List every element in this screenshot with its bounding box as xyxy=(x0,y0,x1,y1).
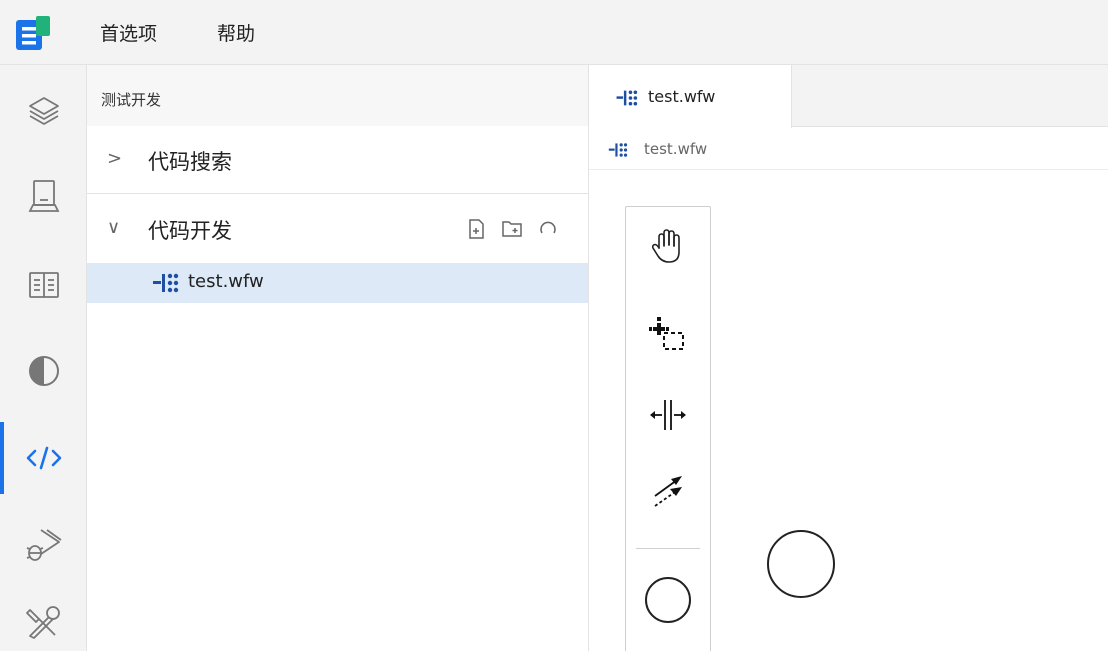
chevron-down-icon: ∨ xyxy=(107,217,121,238)
breadcrumb-item[interactable]: test.wfw xyxy=(644,140,707,158)
section-label: 代码搜索 xyxy=(148,150,232,174)
palette-divider xyxy=(636,548,700,549)
book-icon[interactable] xyxy=(20,261,68,309)
wfw-file-icon xyxy=(616,89,640,111)
wfw-file-icon xyxy=(153,272,181,298)
app-logo-icon xyxy=(14,14,54,54)
section-code-dev[interactable]: ∨ 代码开发 xyxy=(87,195,588,263)
editor-area: test.wfw test.wfw xyxy=(589,65,1108,651)
section-label: 代码开发 xyxy=(148,219,232,243)
active-indicator xyxy=(0,422,4,494)
tab-label: test.wfw xyxy=(648,87,716,106)
section-actions xyxy=(464,217,560,241)
wfw-file-icon xyxy=(608,142,630,162)
hand-tool-icon[interactable] xyxy=(634,213,702,281)
file-item-test-wfw[interactable]: test.wfw xyxy=(87,263,588,303)
explorer-header xyxy=(87,65,588,126)
code-icon[interactable] xyxy=(20,434,68,482)
tool-palette xyxy=(625,206,711,651)
menu-help[interactable]: 帮助 xyxy=(217,19,255,46)
start-event-icon[interactable] xyxy=(634,566,702,634)
refresh-icon[interactable] xyxy=(536,217,560,241)
layers-icon[interactable] xyxy=(20,87,68,135)
start-event-shape[interactable] xyxy=(767,530,835,598)
explorer-panel: 测试开发 > 代码搜索 ∨ 代码开发 test.wfw xyxy=(87,65,589,651)
tab-test-wfw[interactable]: test.wfw xyxy=(589,65,792,128)
activity-bar xyxy=(0,65,87,651)
debug-icon[interactable] xyxy=(20,521,68,569)
explorer-title: 测试开发 xyxy=(101,91,162,109)
chevron-right-icon: > xyxy=(107,148,123,169)
menu-preferences[interactable]: 首选项 xyxy=(100,19,157,46)
lasso-tool-icon[interactable] xyxy=(634,299,702,367)
computer-icon[interactable] xyxy=(20,173,68,221)
space-tool-icon[interactable] xyxy=(634,381,702,449)
new-folder-icon[interactable] xyxy=(500,217,524,241)
tab-strip: test.wfw xyxy=(589,65,1108,128)
file-name: test.wfw xyxy=(188,271,264,292)
breadcrumb: test.wfw xyxy=(589,128,1108,170)
section-code-search[interactable]: > 代码搜索 xyxy=(87,126,588,194)
global-connect-icon[interactable] xyxy=(634,457,702,525)
theme-icon[interactable] xyxy=(20,347,68,395)
tools-icon[interactable] xyxy=(20,599,68,647)
new-file-icon[interactable] xyxy=(464,217,488,241)
menu-bar: 首选项 帮助 xyxy=(0,0,1108,65)
